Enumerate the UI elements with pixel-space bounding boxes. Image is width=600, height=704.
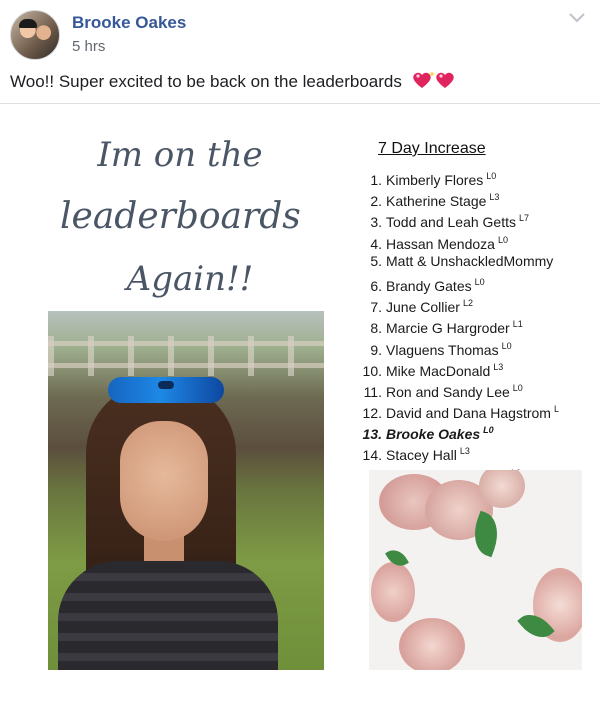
leaderboard-entry: 15.Loralee HumpherysL0 — [354, 463, 590, 470]
entry-name: Marcie G Hargroder — [386, 320, 510, 337]
flower-photo — [369, 470, 582, 670]
entry-rank: 5. — [370, 252, 382, 269]
entry-level: L — [553, 404, 559, 415]
entry-level: L2 — [462, 298, 473, 309]
post-header: Brooke Oakes 5 hrs — [0, 0, 600, 64]
entry-name: Matt & UnshackledMommy — [386, 252, 554, 269]
entry-name: Brandy Gates — [386, 277, 472, 294]
entry-level: L0 — [483, 425, 494, 436]
leaderboard-entry: 11. Ron and Sandy Lee L0 — [354, 378, 590, 400]
leaderboard-heading: 7 Day Increase — [378, 140, 486, 157]
leaderboard-entry: 14. Stacey Hall L3 — [354, 441, 590, 464]
entry-level: L3 — [459, 446, 470, 457]
entry-level: L3 — [489, 192, 500, 203]
entry-level: L0 — [501, 340, 512, 351]
author-name[interactable]: Brooke Oakes — [72, 13, 186, 33]
leaderboard-entry: 13. Brooke Oakes L0 — [354, 420, 590, 443]
entry-name: Todd and Leah Getts — [386, 214, 516, 231]
entry-level: L3 — [493, 361, 504, 372]
leaderboard-list: 1. Kimberly Flores L0 2. Katherine Stage L3 3.… — [354, 166, 590, 470]
sparkling-heart-icon — [412, 71, 454, 88]
leaderboard-entry: 7. June Collier L2 — [354, 293, 590, 316]
leaderboard: 7 Day Increase 1. Kimberly Flores L0 2. Kath… — [354, 136, 590, 470]
post-message-text: Woo!! Super excited to be back on the le… — [10, 72, 402, 91]
script-line-3: Again!! — [126, 259, 254, 299]
entry-name: June Collier — [386, 299, 460, 316]
sunglasses — [108, 377, 224, 403]
chevron-down-icon[interactable] — [568, 12, 586, 24]
entry-level: L0 — [474, 276, 485, 287]
entry-name: Mike MacDonald — [386, 362, 491, 379]
leaderboard-entry: 12. David and Dana Hagstrom L — [354, 399, 590, 422]
leaderboard-entry: 8. Marcie G Hargroder L1 — [354, 314, 590, 337]
entry-name: Katherine Stage — [386, 193, 487, 210]
entry-level: L0 — [486, 171, 497, 181]
entry-name: David and Dana Hagstrom — [386, 405, 551, 422]
script-title: Im on the leaderboards Again!! — [60, 124, 301, 310]
entry-name: Kimberly Flores — [386, 172, 484, 188]
leaderboard-entry: 5. Matt & UnshackledMommy — [354, 251, 590, 272]
post-timestamp[interactable]: 5 hrs — [72, 38, 105, 55]
entry-name: Vlaguens Thomas — [386, 341, 499, 358]
leaderboard-entry: 10. Mike MacDonald L3 — [354, 357, 590, 379]
entry-level: L0 — [512, 382, 523, 393]
entry-level: L0 — [497, 234, 508, 245]
leaderboard-entry: 9. Vlaguens Thomas L0 — [354, 336, 590, 358]
author-avatar[interactable] — [10, 10, 60, 60]
leaderboard-entry: 1. Kimberly Flores L0 — [354, 166, 590, 188]
entry-name: Brooke Oakes — [386, 426, 481, 443]
entry-name: Stacey Hall — [386, 447, 457, 464]
post-message: Woo!! Super excited to be back on the le… — [10, 70, 457, 92]
entry-level: L1 — [512, 319, 523, 330]
post-image[interactable]: Im on the leaderboards Again!! 7 Day Inc… — [0, 104, 600, 704]
leaderboard-entry: 6. Brandy Gates L0 — [354, 272, 590, 294]
leaderboard-entry: 2. Katherine Stage L3 — [354, 187, 590, 210]
script-line-1: Im on the — [97, 135, 263, 175]
entry-level: L7 — [519, 213, 530, 224]
entry-name: Ron and Sandy Lee — [386, 383, 510, 400]
entry-name: Hassan Mendoza — [386, 235, 495, 252]
selfie-photo — [48, 311, 324, 670]
script-line-2: leaderboards — [60, 196, 301, 237]
leaderboard-entry: 4. Hassan Mendoza L0 — [354, 230, 590, 252]
leaderboard-entry: 3. Todd and Leah Getts L7 — [354, 208, 590, 231]
